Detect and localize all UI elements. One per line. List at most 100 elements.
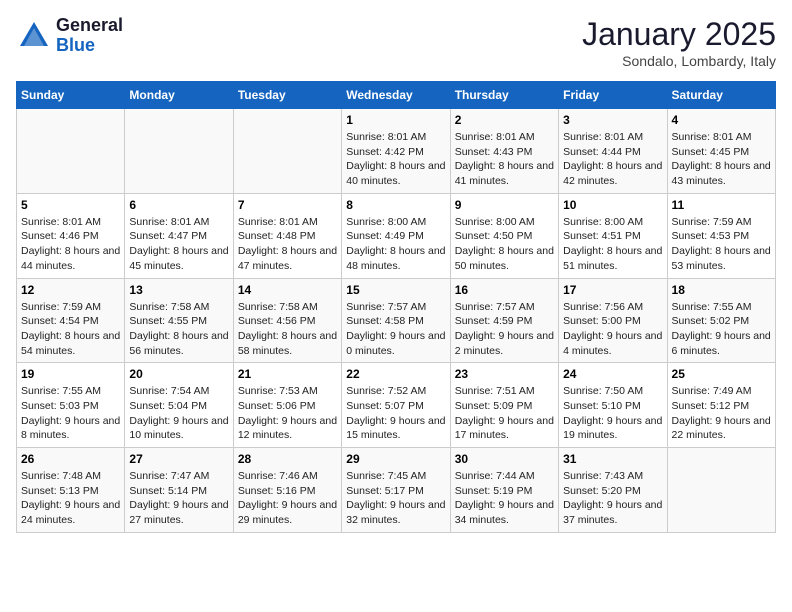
calendar-day-cell: 17Sunrise: 7:56 AM Sunset: 5:00 PM Dayli… (559, 278, 667, 363)
calendar-day-cell: 21 Sunrise: 7:53 AM Sunset: 5:06 PM Dayli… (233, 363, 341, 448)
day-number: 6 (129, 198, 228, 212)
calendar-day-cell (17, 109, 125, 194)
dow-header: Monday (125, 82, 233, 109)
day-info: Sunrise: 7:52 AM Sunset: 5:07 PM Dayligh… (346, 384, 445, 443)
logo-text: General Blue (56, 16, 123, 56)
calendar-week-row: 5Sunrise: 8:01 AM Sunset: 4:46 PM Daylig… (17, 193, 776, 278)
day-info: Sunrise: 8:00 AM Sunset: 4:51 PM Dayligh… (563, 215, 662, 274)
calendar-day-cell: 10 Sunrise: 8:00 AM Sunset: 4:51 PM Dayli… (559, 193, 667, 278)
day-info: Sunrise: 8:01 AM Sunset: 4:45 PM Dayligh… (672, 130, 771, 189)
days-of-week-row: SundayMondayTuesdayWednesdayThursdayFrid… (17, 82, 776, 109)
day-info: Sunrise: 8:01 AM Sunset: 4:46 PM Dayligh… (21, 215, 120, 274)
calendar-day-cell: 22 Sunrise: 7:52 AM Sunset: 5:07 PM Dayli… (342, 363, 450, 448)
day-number: 21 (238, 367, 337, 381)
calendar-day-cell: 6 Sunrise: 8:01 AM Sunset: 4:47 PM Daylig… (125, 193, 233, 278)
calendar-day-cell: 25Sunrise: 7:49 AM Sunset: 5:12 PM Dayli… (667, 363, 775, 448)
day-number: 17 (563, 283, 662, 297)
logo-icon (16, 18, 52, 54)
calendar-day-cell: 19 Sunrise: 7:55 AM Sunset: 5:03 PM Dayli… (17, 363, 125, 448)
day-info: Sunrise: 8:00 AM Sunset: 4:49 PM Dayligh… (346, 215, 445, 274)
day-info: Sunrise: 7:43 AM Sunset: 5:20 PM Dayligh… (563, 469, 662, 528)
calendar-day-cell: 8 Sunrise: 8:00 AM Sunset: 4:49 PM Daylig… (342, 193, 450, 278)
day-info: Sunrise: 8:01 AM Sunset: 4:44 PM Dayligh… (563, 130, 662, 189)
dow-header: Tuesday (233, 82, 341, 109)
calendar-week-row: 1Sunrise: 8:01 AM Sunset: 4:42 PM Daylig… (17, 109, 776, 194)
day-number: 16 (455, 283, 554, 297)
day-number: 27 (129, 452, 228, 466)
day-number: 31 (563, 452, 662, 466)
calendar-day-cell: 18Sunrise: 7:55 AM Sunset: 5:02 PM Dayli… (667, 278, 775, 363)
day-number: 4 (672, 113, 771, 127)
calendar-day-cell: 12 Sunrise: 7:59 AM Sunset: 4:54 PM Dayli… (17, 278, 125, 363)
day-info: Sunrise: 7:54 AM Sunset: 5:04 PM Dayligh… (129, 384, 228, 443)
day-number: 7 (238, 198, 337, 212)
day-info: Sunrise: 7:58 AM Sunset: 4:56 PM Dayligh… (238, 300, 337, 359)
calendar-day-cell: 24Sunrise: 7:50 AM Sunset: 5:10 PM Dayli… (559, 363, 667, 448)
day-info: Sunrise: 8:01 AM Sunset: 4:42 PM Dayligh… (346, 130, 445, 189)
day-number: 28 (238, 452, 337, 466)
calendar-day-cell: 2 Sunrise: 8:01 AM Sunset: 4:43 PM Daylig… (450, 109, 558, 194)
calendar-week-row: 26 Sunrise: 7:48 AM Sunset: 5:13 PM Dayli… (17, 448, 776, 533)
day-info: Sunrise: 7:46 AM Sunset: 5:16 PM Dayligh… (238, 469, 337, 528)
calendar-day-cell: 15Sunrise: 7:57 AM Sunset: 4:58 PM Dayli… (342, 278, 450, 363)
day-number: 8 (346, 198, 445, 212)
calendar-day-cell: 27Sunrise: 7:47 AM Sunset: 5:14 PM Dayli… (125, 448, 233, 533)
calendar-day-cell: 16 Sunrise: 7:57 AM Sunset: 4:59 PM Dayli… (450, 278, 558, 363)
day-info: Sunrise: 7:59 AM Sunset: 4:53 PM Dayligh… (672, 215, 771, 274)
day-info: Sunrise: 7:59 AM Sunset: 4:54 PM Dayligh… (21, 300, 120, 359)
day-number: 26 (21, 452, 120, 466)
calendar-body: 1Sunrise: 8:01 AM Sunset: 4:42 PM Daylig… (17, 109, 776, 533)
day-info: Sunrise: 7:58 AM Sunset: 4:55 PM Dayligh… (129, 300, 228, 359)
calendar-day-cell: 9 Sunrise: 8:00 AM Sunset: 4:50 PM Daylig… (450, 193, 558, 278)
day-info: Sunrise: 8:01 AM Sunset: 4:43 PM Dayligh… (455, 130, 554, 189)
dow-header: Friday (559, 82, 667, 109)
location: Sondalo, Lombardy, Italy (582, 53, 776, 69)
dow-header: Sunday (17, 82, 125, 109)
day-info: Sunrise: 8:00 AM Sunset: 4:50 PM Dayligh… (455, 215, 554, 274)
calendar-day-cell: 4 Sunrise: 8:01 AM Sunset: 4:45 PM Daylig… (667, 109, 775, 194)
day-number: 29 (346, 452, 445, 466)
day-number: 20 (129, 367, 228, 381)
day-number: 30 (455, 452, 554, 466)
calendar-day-cell: 26 Sunrise: 7:48 AM Sunset: 5:13 PM Dayli… (17, 448, 125, 533)
day-info: Sunrise: 7:49 AM Sunset: 5:12 PM Dayligh… (672, 384, 771, 443)
dow-header: Wednesday (342, 82, 450, 109)
day-info: Sunrise: 7:45 AM Sunset: 5:17 PM Dayligh… (346, 469, 445, 528)
calendar-day-cell: 3 Sunrise: 8:01 AM Sunset: 4:44 PM Daylig… (559, 109, 667, 194)
day-number: 10 (563, 198, 662, 212)
day-info: Sunrise: 7:55 AM Sunset: 5:03 PM Dayligh… (21, 384, 120, 443)
day-number: 9 (455, 198, 554, 212)
day-number: 11 (672, 198, 771, 212)
day-number: 15 (346, 283, 445, 297)
day-info: Sunrise: 8:01 AM Sunset: 4:47 PM Dayligh… (129, 215, 228, 274)
day-number: 22 (346, 367, 445, 381)
calendar-day-cell: 14Sunrise: 7:58 AM Sunset: 4:56 PM Dayli… (233, 278, 341, 363)
day-info: Sunrise: 7:48 AM Sunset: 5:13 PM Dayligh… (21, 469, 120, 528)
calendar-day-cell: 29 Sunrise: 7:45 AM Sunset: 5:17 PM Dayli… (342, 448, 450, 533)
calendar-day-cell: 28 Sunrise: 7:46 AM Sunset: 5:16 PM Dayli… (233, 448, 341, 533)
calendar-week-row: 19 Sunrise: 7:55 AM Sunset: 5:03 PM Dayli… (17, 363, 776, 448)
calendar-day-cell: 5Sunrise: 8:01 AM Sunset: 4:46 PM Daylig… (17, 193, 125, 278)
day-number: 12 (21, 283, 120, 297)
calendar-day-cell (125, 109, 233, 194)
calendar-day-cell: 20 Sunrise: 7:54 AM Sunset: 5:04 PM Dayli… (125, 363, 233, 448)
calendar-table: SundayMondayTuesdayWednesdayThursdayFrid… (16, 81, 776, 533)
dow-header: Thursday (450, 82, 558, 109)
day-info: Sunrise: 7:44 AM Sunset: 5:19 PM Dayligh… (455, 469, 554, 528)
day-info: Sunrise: 8:01 AM Sunset: 4:48 PM Dayligh… (238, 215, 337, 274)
day-info: Sunrise: 7:55 AM Sunset: 5:02 PM Dayligh… (672, 300, 771, 359)
day-number: 2 (455, 113, 554, 127)
day-number: 24 (563, 367, 662, 381)
day-number: 19 (21, 367, 120, 381)
calendar-day-cell (233, 109, 341, 194)
day-info: Sunrise: 7:53 AM Sunset: 5:06 PM Dayligh… (238, 384, 337, 443)
title-block: January 2025 Sondalo, Lombardy, Italy (582, 16, 776, 69)
calendar-day-cell: 13 Sunrise: 7:58 AM Sunset: 4:55 PM Dayli… (125, 278, 233, 363)
day-number: 13 (129, 283, 228, 297)
page-header: General Blue January 2025 Sondalo, Lomba… (16, 16, 776, 69)
calendar-day-cell: 31 Sunrise: 7:43 AM Sunset: 5:20 PM Dayli… (559, 448, 667, 533)
day-info: Sunrise: 7:57 AM Sunset: 4:59 PM Dayligh… (455, 300, 554, 359)
day-number: 3 (563, 113, 662, 127)
month-title: January 2025 (582, 16, 776, 53)
calendar-day-cell: 23Sunrise: 7:51 AM Sunset: 5:09 PM Dayli… (450, 363, 558, 448)
